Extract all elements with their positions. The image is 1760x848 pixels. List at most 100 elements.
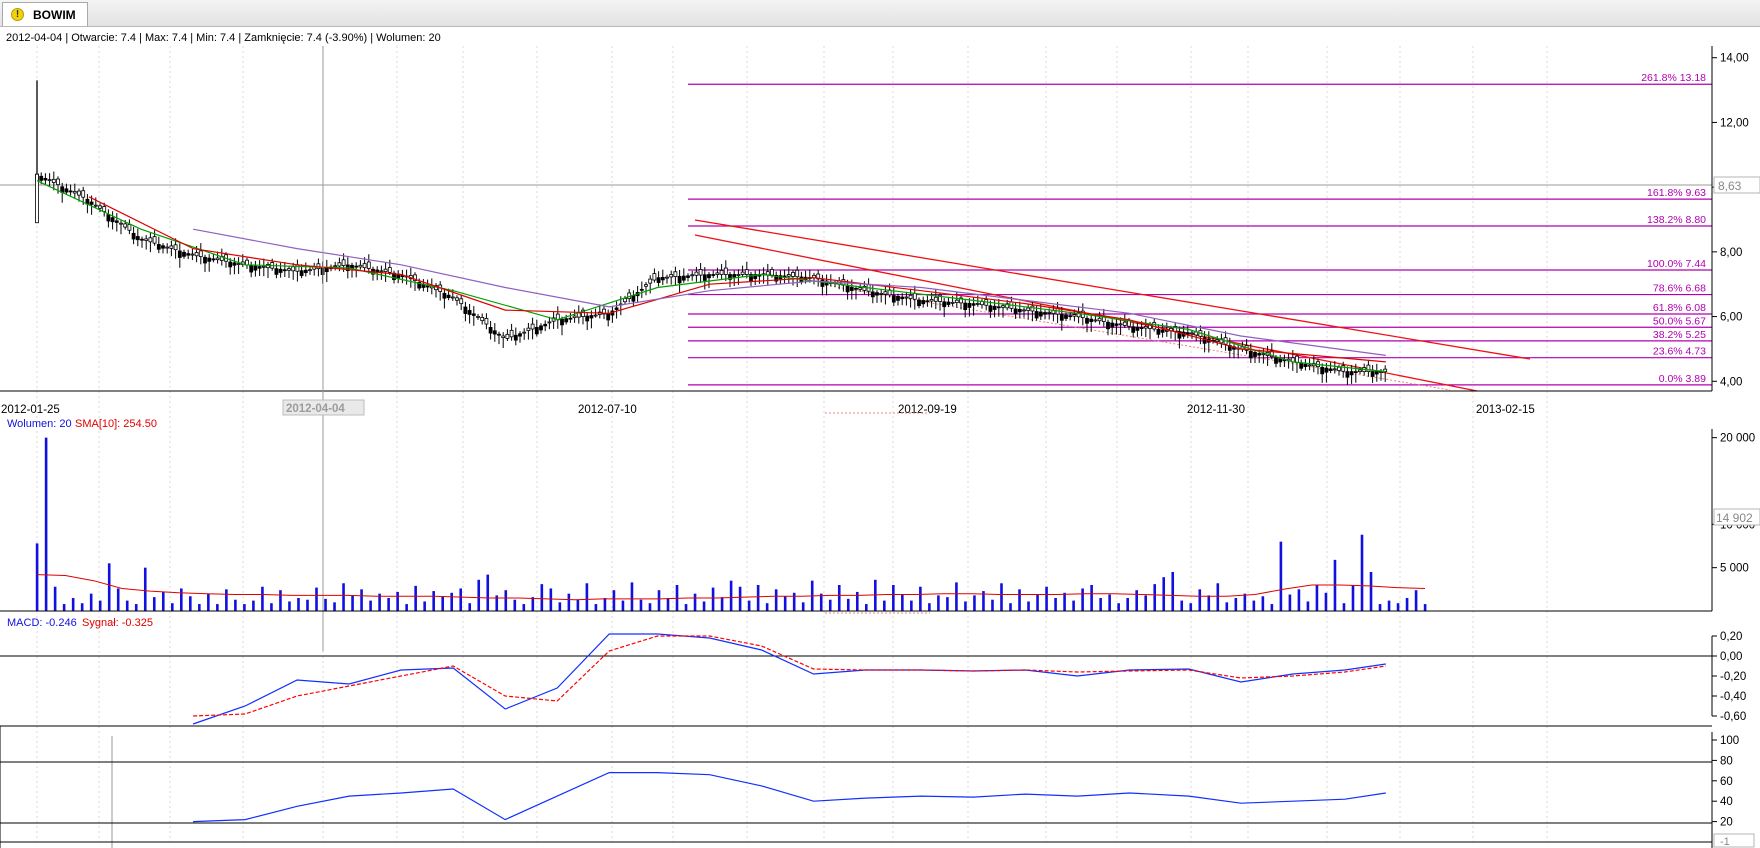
candle-body bbox=[795, 269, 800, 278]
candle-body bbox=[459, 298, 464, 305]
volume-bar bbox=[1279, 541, 1283, 611]
candle-body bbox=[606, 313, 611, 321]
volume-bar bbox=[702, 601, 706, 611]
candle-body bbox=[681, 275, 686, 281]
sma-line bbox=[36, 180, 1386, 373]
candle-body bbox=[140, 238, 144, 241]
price-panel[interactable]: 261.8% 13.18 161.8% 9.63 138.2% 8.80 100.0%… bbox=[0, 46, 1760, 392]
candle-body bbox=[156, 244, 161, 250]
candle-body bbox=[131, 232, 136, 240]
volume-bars bbox=[35, 437, 1427, 611]
macd-panel[interactable]: MACD: -0.246 Sygnał: -0.325 0,20 0,00 -0,2… bbox=[0, 617, 1746, 725]
volume-bar bbox=[756, 585, 760, 611]
candle-body bbox=[261, 265, 266, 268]
candle-body bbox=[715, 272, 720, 275]
candle-body bbox=[534, 327, 539, 335]
chart-area[interactable]: 2012-04-04 | Otwarcie: 7.4 | Max: 7.4 | … bbox=[0, 26, 1760, 848]
volume-bar bbox=[1342, 603, 1346, 611]
volume-bar bbox=[1423, 604, 1427, 611]
price-y-ticks: 14,0012,0010,008,006,004,00 bbox=[1712, 53, 1749, 388]
volume-bar bbox=[1000, 583, 1003, 611]
volume-bar bbox=[864, 604, 868, 611]
tab-bowim[interactable]: ! BOWIM bbox=[2, 2, 88, 26]
candle-body bbox=[1110, 322, 1115, 328]
macd-y-label: 0,20 bbox=[1720, 631, 1742, 643]
volume-bar bbox=[639, 599, 643, 611]
candle-body bbox=[480, 317, 485, 322]
candle-body bbox=[593, 314, 598, 317]
candle-body bbox=[1190, 332, 1194, 335]
volume-bar bbox=[1252, 600, 1256, 611]
candle-body bbox=[471, 313, 476, 316]
candle-body bbox=[1337, 366, 1341, 371]
candle-body bbox=[1089, 318, 1094, 322]
candle-body bbox=[467, 310, 472, 315]
volume-bar bbox=[567, 593, 571, 611]
price-crosshair-value: 8,63 bbox=[1718, 179, 1742, 193]
candle-body bbox=[387, 267, 392, 273]
volume-bar bbox=[270, 603, 273, 611]
macd-y-ticks: 0,20 0,00 -0,20 -0,40 -0,60 bbox=[1712, 631, 1746, 723]
volume-bar bbox=[396, 591, 399, 611]
tab-bar: ! BOWIM bbox=[0, 0, 1760, 27]
volume-bar bbox=[1360, 534, 1364, 611]
candle-body bbox=[744, 269, 749, 275]
volume-bar bbox=[423, 601, 426, 611]
volume-bar bbox=[459, 588, 463, 611]
candle-body bbox=[366, 261, 371, 269]
volume-bar bbox=[1126, 598, 1129, 611]
candle-body bbox=[354, 265, 359, 268]
candle-body bbox=[211, 258, 216, 261]
candle-body bbox=[77, 190, 81, 196]
volume-bar bbox=[71, 598, 75, 611]
candle-body bbox=[1202, 337, 1207, 344]
rsi-panel[interactable]: 100 80 60 40 20 -1 bbox=[0, 725, 1755, 848]
volume-bar bbox=[53, 586, 57, 611]
volume-bar bbox=[1054, 598, 1057, 611]
rsi-y-label: 100 bbox=[1720, 735, 1739, 747]
volume-bar bbox=[306, 599, 309, 611]
candle-body bbox=[1345, 371, 1350, 378]
candle-body bbox=[1043, 312, 1047, 315]
candle-body bbox=[1328, 368, 1333, 371]
candle-body bbox=[560, 318, 564, 326]
volume-bar bbox=[1243, 593, 1247, 611]
volume-bar bbox=[234, 599, 237, 611]
candle-body bbox=[1215, 339, 1220, 342]
fib-label: 61.8% 6.08 bbox=[1653, 302, 1706, 314]
candle-body bbox=[144, 238, 149, 241]
candle-body bbox=[522, 331, 527, 334]
volume-bar bbox=[765, 603, 769, 611]
fib-label: 0.0% 3.89 bbox=[1659, 373, 1706, 385]
volume-bar bbox=[1189, 603, 1193, 611]
candle-body bbox=[925, 300, 930, 303]
volume-panel[interactable]: Wolumen: 20 SMA[10]: 254.50 20 00010 000… bbox=[0, 412, 1760, 614]
candle-body bbox=[904, 296, 909, 299]
candle-body bbox=[1299, 363, 1304, 369]
volume-bar bbox=[874, 579, 877, 611]
candle-body bbox=[476, 316, 480, 318]
volume-bar bbox=[243, 604, 246, 611]
candle-body bbox=[652, 273, 657, 281]
signal-legend: Sygnał: -0.325 bbox=[82, 617, 153, 629]
volume-bar bbox=[1369, 572, 1373, 611]
volume-crosshair-value: 14 902 bbox=[1716, 511, 1753, 525]
candle-body bbox=[182, 251, 186, 257]
candle-body bbox=[765, 271, 770, 276]
volume-bar bbox=[342, 583, 345, 611]
fib-label: 23.6% 4.73 bbox=[1653, 346, 1706, 358]
candle-body bbox=[1085, 317, 1089, 324]
candle-body bbox=[870, 291, 875, 298]
candle-body bbox=[644, 284, 648, 287]
candle-body bbox=[1131, 326, 1136, 333]
candle-body bbox=[106, 214, 111, 222]
volume-bar bbox=[1081, 588, 1084, 611]
volume-bar bbox=[1135, 590, 1138, 611]
price-candles bbox=[35, 80, 1388, 386]
candle-body bbox=[278, 268, 283, 273]
trend-line-upper[interactable] bbox=[694, 219, 1531, 360]
volume-bar bbox=[198, 604, 201, 611]
volume-bar bbox=[1099, 598, 1102, 611]
candle-body bbox=[488, 327, 493, 334]
volume-bar bbox=[1045, 586, 1048, 611]
